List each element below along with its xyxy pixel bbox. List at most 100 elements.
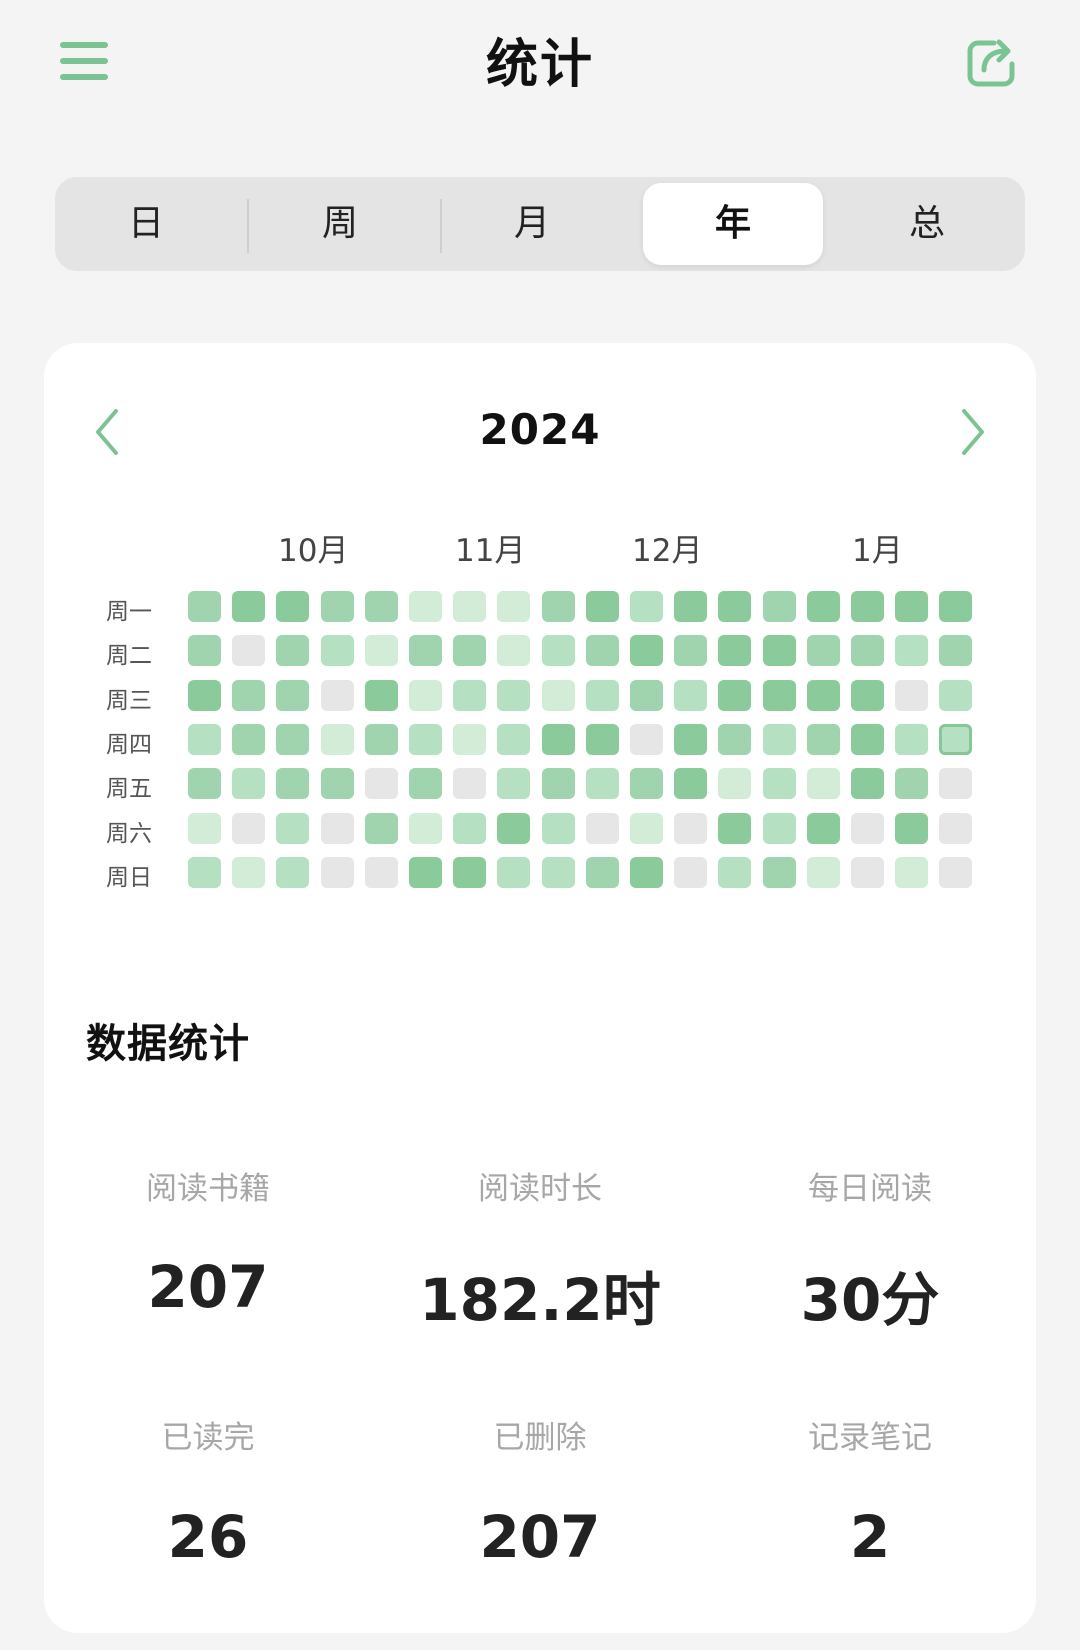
heatmap-cell[interactable]: [939, 857, 972, 888]
heatmap-cell[interactable]: [365, 857, 398, 888]
heatmap-cell[interactable]: [763, 680, 796, 711]
heatmap-cell[interactable]: [851, 813, 884, 844]
heatmap-cell[interactable]: [630, 591, 663, 622]
heatmap-cell[interactable]: [939, 813, 972, 844]
heatmap-cell[interactable]: [409, 813, 442, 844]
tab-year[interactable]: 年: [643, 183, 823, 265]
heatmap-cell[interactable]: [497, 768, 530, 799]
heatmap-cell[interactable]: [718, 857, 751, 888]
heatmap-cell[interactable]: [497, 635, 530, 666]
heatmap-cell[interactable]: [939, 768, 972, 799]
heatmap-cell[interactable]: [542, 724, 575, 755]
heatmap-cell[interactable]: [807, 591, 840, 622]
heatmap-cell[interactable]: [409, 857, 442, 888]
tab-week[interactable]: 周: [255, 183, 425, 265]
heatmap-cell[interactable]: [630, 680, 663, 711]
heatmap-cell[interactable]: [321, 591, 354, 622]
heatmap-cell[interactable]: [321, 724, 354, 755]
heatmap-cell[interactable]: [586, 680, 619, 711]
heatmap-cell[interactable]: [674, 680, 707, 711]
heatmap-cell[interactable]: [188, 591, 221, 622]
heatmap-cell[interactable]: [939, 680, 972, 711]
heatmap-cell[interactable]: [851, 591, 884, 622]
heatmap-cell[interactable]: [630, 635, 663, 666]
heatmap-cell[interactable]: [232, 857, 265, 888]
heatmap-cell[interactable]: [895, 635, 928, 666]
heatmap-cell[interactable]: [718, 591, 751, 622]
heatmap-cell[interactable]: [365, 635, 398, 666]
heatmap-cell[interactable]: [497, 680, 530, 711]
heatmap-cell[interactable]: [630, 813, 663, 844]
heatmap-cell[interactable]: [188, 724, 221, 755]
heatmap-cell[interactable]: [674, 635, 707, 666]
heatmap-cell[interactable]: [895, 768, 928, 799]
heatmap-cell[interactable]: [188, 768, 221, 799]
tab-day[interactable]: 日: [61, 183, 231, 265]
heatmap-cell[interactable]: [763, 768, 796, 799]
heatmap-cell[interactable]: [718, 680, 751, 711]
heatmap-cell[interactable]: [188, 680, 221, 711]
heatmap-cell[interactable]: [895, 724, 928, 755]
heatmap-cell[interactable]: [763, 857, 796, 888]
heatmap-cell[interactable]: [851, 857, 884, 888]
heatmap-cell[interactable]: [321, 680, 354, 711]
heatmap-cell[interactable]: [542, 635, 575, 666]
heatmap-cell[interactable]: [276, 591, 309, 622]
heatmap-cell[interactable]: [365, 724, 398, 755]
heatmap-cell[interactable]: [453, 857, 486, 888]
heatmap-cell[interactable]: [497, 591, 530, 622]
heatmap-cell[interactable]: [276, 724, 309, 755]
heatmap-cell[interactable]: [232, 680, 265, 711]
heatmap-cell[interactable]: [807, 813, 840, 844]
heatmap-cell[interactable]: [188, 635, 221, 666]
chevron-right-icon[interactable]: [952, 405, 992, 459]
heatmap-cell[interactable]: [497, 724, 530, 755]
heatmap-cell[interactable]: [232, 724, 265, 755]
heatmap-cell[interactable]: [763, 591, 796, 622]
heatmap-cell[interactable]: [453, 813, 486, 844]
heatmap-cell[interactable]: [453, 768, 486, 799]
heatmap-cell[interactable]: [718, 813, 751, 844]
heatmap-cell[interactable]: [276, 857, 309, 888]
heatmap-cell[interactable]: [763, 635, 796, 666]
heatmap-cell[interactable]: [851, 724, 884, 755]
heatmap-cell[interactable]: [321, 635, 354, 666]
heatmap-cell[interactable]: [232, 635, 265, 666]
heatmap-cell[interactable]: [276, 635, 309, 666]
heatmap-cell[interactable]: [807, 635, 840, 666]
heatmap-cell[interactable]: [586, 591, 619, 622]
heatmap-cell[interactable]: [895, 680, 928, 711]
heatmap-cell[interactable]: [409, 591, 442, 622]
heatmap-cell[interactable]: [807, 724, 840, 755]
heatmap-cell[interactable]: [674, 857, 707, 888]
heatmap-cell[interactable]: [674, 768, 707, 799]
heatmap-cell[interactable]: [453, 591, 486, 622]
heatmap-cell[interactable]: [542, 768, 575, 799]
heatmap-cell[interactable]: [895, 813, 928, 844]
heatmap-cell[interactable]: [453, 680, 486, 711]
heatmap-cell[interactable]: [763, 813, 796, 844]
heatmap-cell[interactable]: [409, 635, 442, 666]
heatmap-cell[interactable]: [497, 813, 530, 844]
heatmap-cell[interactable]: [409, 768, 442, 799]
heatmap-cell[interactable]: [807, 768, 840, 799]
heatmap-cell[interactable]: [321, 857, 354, 888]
share-export-icon[interactable]: [964, 34, 1020, 90]
heatmap-cell[interactable]: [851, 635, 884, 666]
heatmap-cell[interactable]: [542, 591, 575, 622]
heatmap-cell[interactable]: [851, 768, 884, 799]
heatmap-cell[interactable]: [276, 680, 309, 711]
heatmap-cell[interactable]: [188, 813, 221, 844]
heatmap-cell[interactable]: [586, 724, 619, 755]
heatmap-cell[interactable]: [321, 813, 354, 844]
heatmap-cell[interactable]: [630, 768, 663, 799]
heatmap-cell[interactable]: [542, 680, 575, 711]
heatmap-cell[interactable]: [939, 591, 972, 622]
heatmap-cell[interactable]: [674, 724, 707, 755]
heatmap-cell[interactable]: [939, 724, 972, 755]
heatmap-cell[interactable]: [630, 724, 663, 755]
heatmap-cell[interactable]: [851, 680, 884, 711]
heatmap-cell[interactable]: [365, 591, 398, 622]
heatmap-cell[interactable]: [674, 591, 707, 622]
heatmap-cell[interactable]: [232, 813, 265, 844]
